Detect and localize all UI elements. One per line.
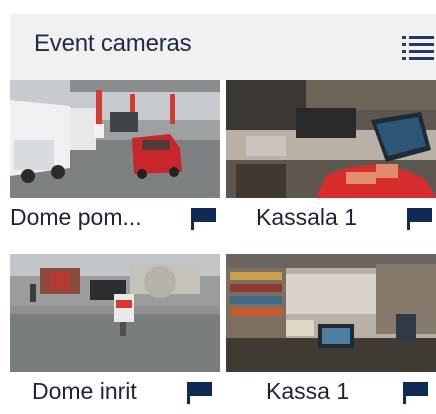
camera-thumbnail[interactable] <box>10 254 220 372</box>
flag-icon[interactable] <box>186 382 214 404</box>
camera-name: Dome pom... <box>10 204 142 230</box>
camera-caption: Dome pom... <box>10 200 220 238</box>
flag-icon[interactable] <box>190 208 218 230</box>
camera-tile[interactable]: Dome inrit <box>10 254 220 414</box>
camera-tile[interactable]: Kassa 1 <box>226 254 436 414</box>
list-view-icon[interactable] <box>402 34 434 60</box>
widget-header: Event cameras <box>10 14 436 80</box>
camera-tile[interactable]: Dome pom... <box>10 80 220 250</box>
camera-name: Kassa 1 <box>266 378 350 404</box>
camera-thumbnail[interactable] <box>226 80 436 198</box>
widget-title: Event cameras <box>34 30 192 57</box>
flag-icon[interactable] <box>402 382 430 404</box>
camera-name: Kassala 1 <box>256 204 358 230</box>
flag-icon[interactable] <box>406 208 434 230</box>
camera-tile[interactable]: Kassala 1 <box>226 80 436 250</box>
camera-thumbnail[interactable] <box>10 80 220 198</box>
camera-thumbnail[interactable] <box>226 254 436 372</box>
event-cameras-widget: Event cameras Dome pom... Kassala 1 Dome… <box>10 14 436 414</box>
camera-caption: Dome inrit <box>10 374 220 412</box>
camera-caption: Kassala 1 <box>226 200 436 238</box>
camera-caption: Kassa 1 <box>226 374 436 412</box>
camera-name: Dome inrit <box>32 378 137 404</box>
